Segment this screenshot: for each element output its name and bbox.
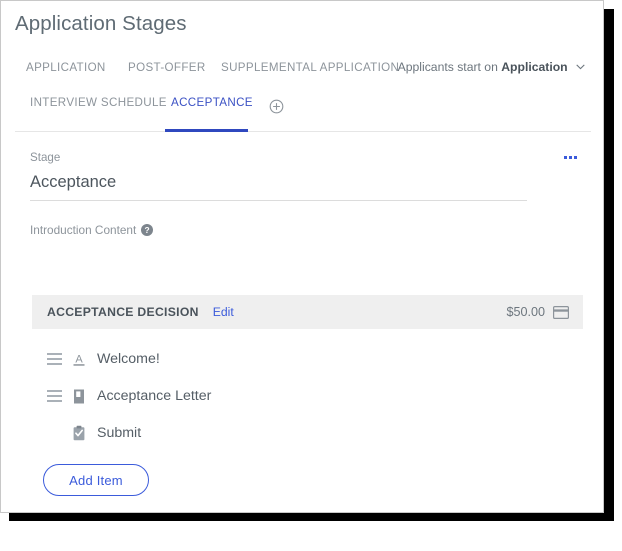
kebab-dot <box>574 155 577 159</box>
list-item[interactable]: Acceptance Letter <box>47 385 211 407</box>
drag-handle-line <box>47 390 62 392</box>
list-item[interactable]: Submit <box>71 422 141 444</box>
overflow-menu-icon[interactable] <box>564 151 582 163</box>
tabs-divider <box>15 130 591 132</box>
stage-field-label: Stage <box>30 151 61 164</box>
svg-text:A: A <box>75 353 83 365</box>
clipboard-check-icon <box>71 425 87 442</box>
chevron-down-icon <box>576 62 585 73</box>
drag-handle-line <box>47 358 62 360</box>
tab-supplemental-application[interactable]: SUPPLEMENTAL APPLICATION <box>221 58 399 76</box>
stage-name-input[interactable]: Acceptance <box>30 173 116 192</box>
add-item-button[interactable]: Add Item <box>43 464 149 496</box>
document-icon <box>71 388 87 405</box>
drag-handle-line <box>47 400 62 402</box>
kebab-dot <box>564 155 567 159</box>
drag-handle-line <box>47 395 62 397</box>
acceptance-decision-header: ACCEPTANCE DECISION Edit $50.00 <box>32 295 583 329</box>
credit-card-icon <box>553 305 570 319</box>
tab-acceptance[interactable]: ACCEPTANCE <box>171 93 253 111</box>
tab-interview-schedule[interactable]: INTERVIEW SCHEDULE <box>30 93 167 111</box>
applicants-start-on-prefix: Applicants start on <box>397 60 498 74</box>
application-stages-window: Application Stages APPLICATION POST-OFFE… <box>0 0 604 513</box>
tab-post-offer[interactable]: POST-OFFER <box>128 58 206 76</box>
svg-text:?: ? <box>145 225 150 235</box>
stage-tabs-row-secondary: INTERVIEW SCHEDULE ACCEPTANCE <box>1 93 603 125</box>
text-format-icon: A <box>71 351 87 368</box>
introduction-content-label: Introduction Content ? <box>30 223 154 237</box>
page-title: Application Stages <box>15 12 187 35</box>
introduction-content-text: Introduction Content <box>30 223 137 237</box>
drag-handle-line <box>47 363 62 365</box>
acceptance-decision-title: ACCEPTANCE DECISION <box>47 305 199 319</box>
tab-application[interactable]: APPLICATION <box>26 58 106 76</box>
stage-input-underline <box>30 200 527 201</box>
edit-link[interactable]: Edit <box>213 305 234 319</box>
list-item-label: Submit <box>97 425 142 441</box>
list-item[interactable]: A Welcome! <box>47 348 160 370</box>
decision-price: $50.00 <box>506 305 545 319</box>
applicants-start-on-value: Application <box>501 60 568 74</box>
list-item-label: Acceptance Letter <box>97 388 212 404</box>
plus-circle-icon[interactable] <box>269 99 284 114</box>
drag-handle-line <box>47 353 62 355</box>
help-circle-icon[interactable]: ? <box>141 224 154 236</box>
active-tab-underline <box>165 129 248 132</box>
screenshot-root: Application Stages APPLICATION POST-OFFE… <box>0 0 622 551</box>
drag-handle-icon[interactable] <box>47 353 62 365</box>
list-item-label: Welcome! <box>97 351 160 367</box>
applicants-start-on-dropdown[interactable]: Applicants start on Application <box>398 60 585 74</box>
kebab-dot <box>569 155 572 159</box>
drag-handle-icon[interactable] <box>47 390 62 402</box>
